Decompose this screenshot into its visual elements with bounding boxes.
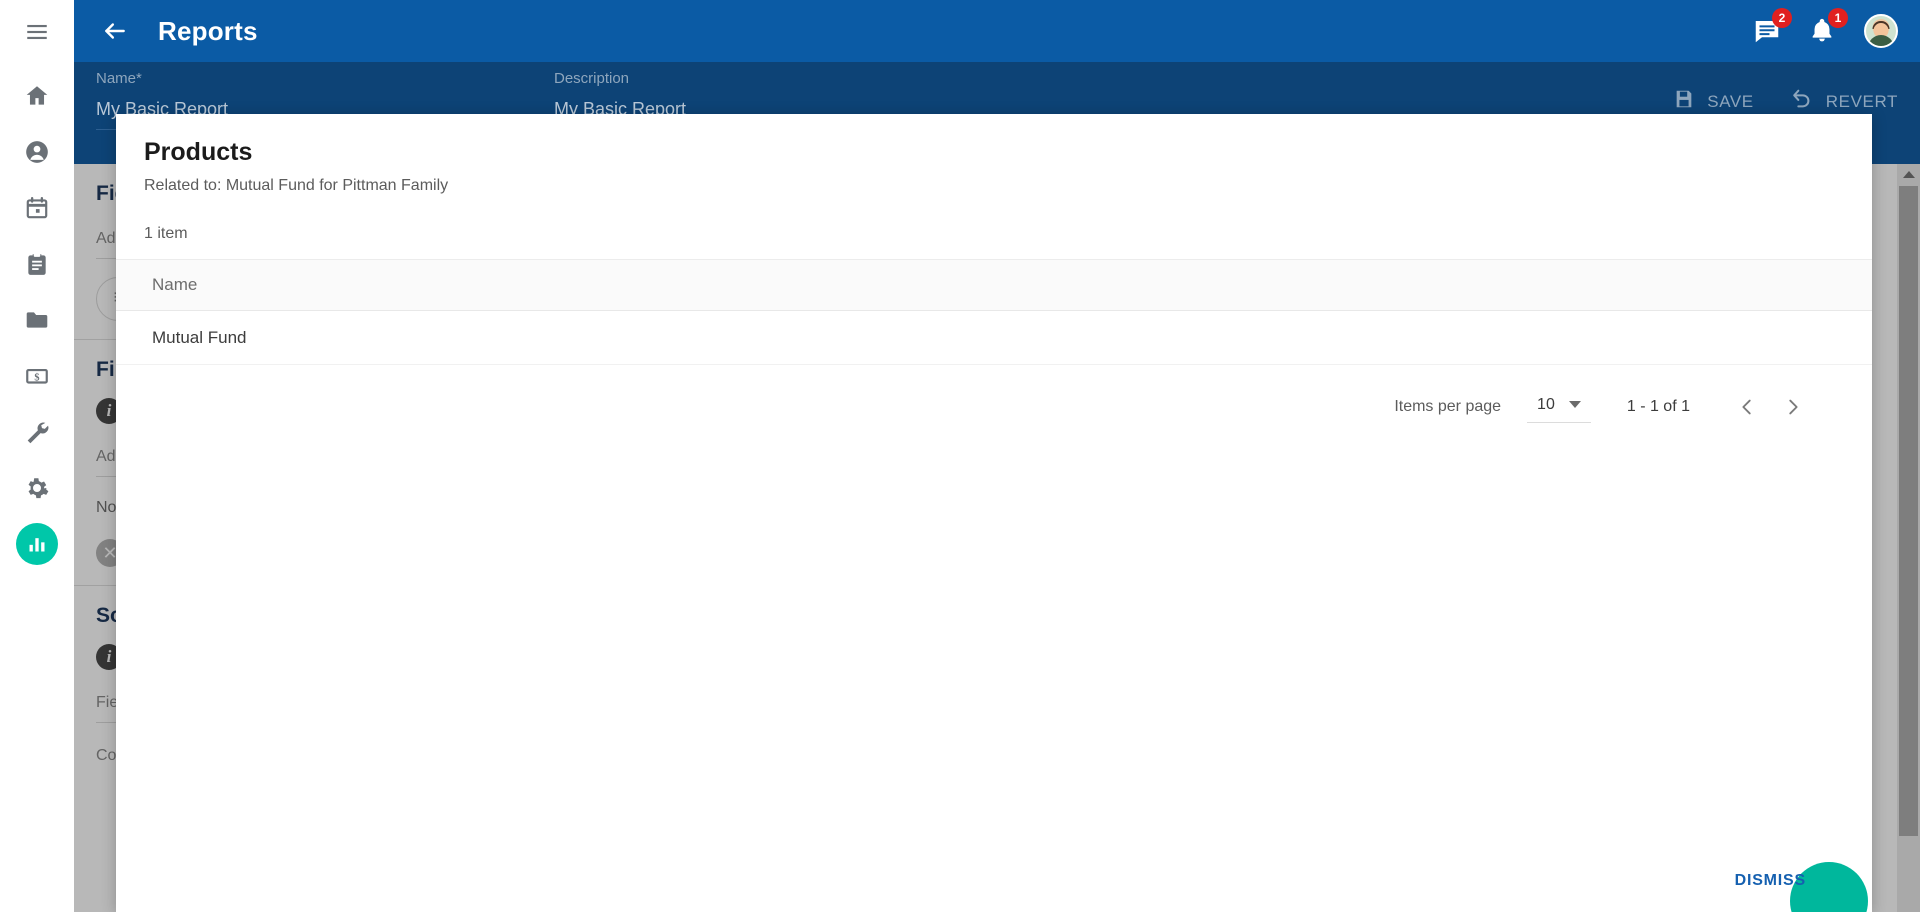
caret-up-icon[interactable] bbox=[1897, 164, 1920, 184]
items-per-page-value: 10 bbox=[1537, 395, 1555, 413]
paginator: Items per page 10 1 - 1 of 1 bbox=[116, 379, 1872, 435]
scrollbar-thumb[interactable] bbox=[1899, 186, 1918, 836]
app-root: $ Reports 2 1 Name* My Basic Report Desc… bbox=[0, 0, 1920, 912]
revert-button[interactable]: REVERT bbox=[1790, 88, 1898, 115]
cell-name: Mutual Fund bbox=[152, 327, 247, 347]
modal-title: Products bbox=[144, 138, 253, 166]
items-per-page-label: Items per page bbox=[1394, 398, 1502, 415]
modal-related-to: Related to: Mutual Fund for Pittman Fami… bbox=[144, 177, 449, 194]
sidebar-item-tools[interactable] bbox=[9, 404, 65, 460]
column-header-name[interactable]: Name bbox=[116, 275, 197, 295]
table-header-row: Name bbox=[116, 259, 1872, 311]
page-range-label: 1 - 1 of 1 bbox=[1626, 398, 1690, 415]
svg-text:$: $ bbox=[34, 372, 39, 383]
products-modal: Products Related to: Mutual Fund for Pit… bbox=[116, 114, 1872, 912]
avatar[interactable] bbox=[1864, 14, 1898, 48]
revert-label: REVERT bbox=[1825, 91, 1898, 111]
app-bar: Reports 2 1 bbox=[74, 0, 1920, 62]
chat-icon[interactable]: 2 bbox=[1752, 8, 1792, 46]
vertical-scrollbar[interactable] bbox=[1897, 164, 1920, 912]
save-label: SAVE bbox=[1707, 91, 1754, 111]
menu-icon[interactable] bbox=[9, 6, 65, 58]
sidebar-item-contacts[interactable] bbox=[9, 124, 65, 180]
revert-icon bbox=[1790, 88, 1814, 115]
sidebar-item-billing[interactable]: $ bbox=[9, 348, 65, 404]
save-icon bbox=[1673, 88, 1695, 115]
sidebar-item-reports[interactable] bbox=[9, 516, 65, 572]
app-bar-actions: 2 1 bbox=[1752, 8, 1898, 48]
dismiss-button[interactable]: DISMISS bbox=[1735, 872, 1806, 890]
sidebar-item-documents[interactable] bbox=[9, 292, 65, 348]
report-description-label: Description bbox=[554, 70, 630, 87]
modal-item-count: 1 item bbox=[144, 225, 188, 242]
sidebar-item-tasks[interactable] bbox=[9, 236, 65, 292]
caret-down-icon bbox=[1568, 401, 1581, 408]
sidebar-item-home[interactable] bbox=[9, 68, 65, 124]
form-actions: SAVE REVERT bbox=[1673, 88, 1898, 115]
chat-badge-count: 2 bbox=[1772, 8, 1792, 28]
arrow-left-icon[interactable] bbox=[88, 4, 142, 58]
bell-badge-count: 1 bbox=[1828, 8, 1848, 28]
report-name-label: Name* bbox=[96, 70, 142, 87]
modal-header: Products Related to: Mutual Fund for Pit… bbox=[116, 114, 1872, 243]
items-per-page-select[interactable]: 10 bbox=[1527, 392, 1591, 423]
sidebar-item-settings[interactable] bbox=[9, 460, 65, 516]
left-nav-rail: $ bbox=[0, 0, 74, 912]
chart-icon bbox=[16, 523, 58, 565]
bell-icon[interactable]: 1 bbox=[1808, 8, 1848, 46]
table-row[interactable]: Mutual Fund bbox=[116, 311, 1872, 365]
save-button[interactable]: SAVE bbox=[1673, 88, 1754, 115]
page-title: Reports bbox=[158, 15, 258, 46]
next-page-button[interactable] bbox=[1770, 384, 1816, 430]
previous-page-button[interactable] bbox=[1724, 384, 1770, 430]
sidebar-item-calendar[interactable] bbox=[9, 180, 65, 236]
